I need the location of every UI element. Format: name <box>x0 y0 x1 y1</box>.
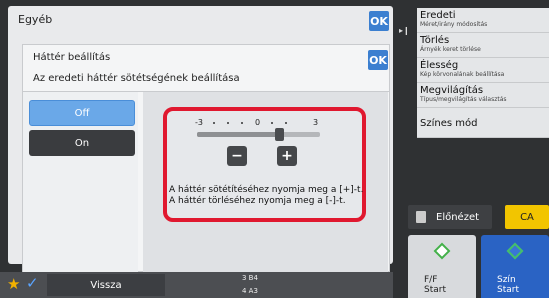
start-diamond-icon <box>506 242 524 260</box>
bw-start-button[interactable]: F/F Start <box>408 235 476 298</box>
scale-min-label: -3 <box>195 118 203 127</box>
clear-all-button[interactable]: CA <box>505 205 549 229</box>
color-start-button[interactable]: Szín Start <box>481 235 549 298</box>
panel-toggle-icon[interactable]: ▸❙ <box>399 26 411 36</box>
star-icon[interactable]: ★ <box>7 275 20 293</box>
scale-max-label: 3 <box>313 118 319 127</box>
color-start-label: Szín Start <box>497 275 519 295</box>
start-diamond-icon <box>433 242 451 260</box>
dialog-subtitle: Az eredeti háttér sötétségének beállítás… <box>33 73 240 84</box>
preview-button[interactable]: Előnézet <box>408 205 492 229</box>
highlight-frame: -3 0 3 − + A háttér sötétítéséhez nyomja… <box>163 107 366 222</box>
bw-start-label: F/F Start <box>424 275 446 295</box>
scale-mid-label: 0 <box>255 118 261 127</box>
slider-thumb[interactable] <box>274 128 284 141</box>
scale-tick <box>285 122 287 124</box>
bottom-bar: ★ ✓ Vissza 3 B4 4 A3 <box>0 272 393 298</box>
bw-start-text: Start <box>424 285 446 295</box>
menu-item-sublabel: Árnyék keret törlése <box>420 46 481 53</box>
menu-item-erase[interactable]: Törlés Árnyék keret törlése <box>417 33 549 58</box>
menu-item-sublabel: Méret/irány módosítás <box>420 21 488 28</box>
menu-item-sublabel: Típus/megvilágítás választás <box>420 96 507 103</box>
slider-fill <box>197 132 279 137</box>
color-start-mode: Szín <box>497 275 516 285</box>
paper-tray-info: 3 B4 4 A3 <box>242 272 258 298</box>
adjust-panel: -3 0 3 − + A háttér sötétítéséhez nyomja… <box>143 92 388 272</box>
help-text: A háttér sötétítéséhez nyomja meg a [+]-… <box>169 185 363 207</box>
function-menu: Eredeti Méret/irány módosítás Törlés Árn… <box>417 8 549 138</box>
menu-item-label: Élesség <box>420 60 459 71</box>
menu-item-exposure[interactable]: Megvilágítás Típus/megvilágítás választá… <box>417 83 549 108</box>
scale-tick <box>227 122 229 124</box>
off-button[interactable]: Off <box>29 100 135 126</box>
outer-ok-button[interactable]: OK <box>369 11 389 31</box>
plus-button[interactable]: + <box>277 146 297 166</box>
dialog-ok-button[interactable]: OK <box>368 50 388 70</box>
menu-item-sharpness[interactable]: Élesség Kép körvonalának beállítása <box>417 58 549 83</box>
tray-top: 3 B4 <box>242 274 258 282</box>
slider-track[interactable] <box>197 132 320 137</box>
tray-bottom: 4 A3 <box>242 287 258 295</box>
minus-button[interactable]: − <box>227 146 247 166</box>
scale-tick <box>271 122 273 124</box>
menu-item-label: Törlés <box>420 35 450 46</box>
menu-item-sublabel: Kép körvonalának beállítása <box>420 71 505 78</box>
bw-start-mode: F/F <box>424 275 438 285</box>
menu-item-label: Megvilágítás <box>420 85 484 96</box>
menu-item-color-mode[interactable]: Színes mód <box>417 108 549 138</box>
checkmark-icon[interactable]: ✓ <box>26 274 39 292</box>
outer-dialog-title: Egyéb <box>18 13 53 26</box>
menu-item-label: Színes mód <box>420 118 478 129</box>
color-start-text: Start <box>497 285 519 295</box>
dialog-title: Háttér beállítás <box>33 52 111 63</box>
back-button[interactable]: Vissza <box>47 274 165 296</box>
toggle-panel: Off On <box>23 92 138 272</box>
preview-icon <box>416 211 426 223</box>
menu-item-original[interactable]: Eredeti Méret/irány módosítás <box>417 8 549 33</box>
preview-label: Előnézet <box>436 211 480 223</box>
menu-item-label: Eredeti <box>420 10 456 21</box>
background-setting-dialog: Háttér beállítás OK Az eredeti háttér sö… <box>22 44 390 272</box>
help-text-line-darken: A háttér sötétítéséhez nyomja meg a [+]-… <box>169 185 364 195</box>
scale-tick <box>241 122 243 124</box>
scale-tick <box>213 122 215 124</box>
on-button[interactable]: On <box>29 130 135 156</box>
help-text-line-clear: A háttér törléséhez nyomja meg a [-]-t. <box>169 196 346 206</box>
